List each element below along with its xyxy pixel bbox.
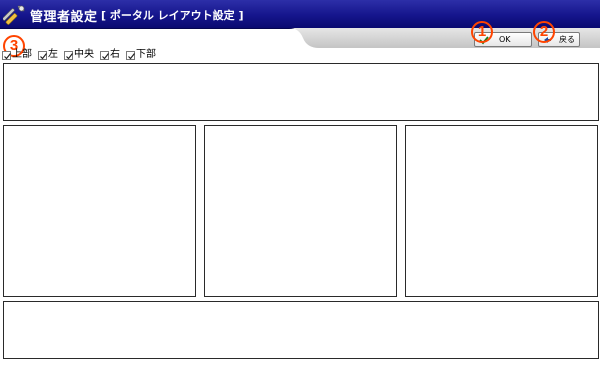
option-label-center: 中央 — [74, 49, 94, 60]
option-center[interactable]: 中央 — [64, 49, 94, 61]
checkbox-top[interactable] — [2, 50, 11, 60]
section-title: [ ポータル レイアウト設定 ] — [101, 9, 244, 22]
option-label-left: 左 — [48, 49, 58, 60]
header-bar: 管理者設定 [ ポータル レイアウト設定 ] — [0, 0, 600, 29]
tools-icon — [3, 5, 25, 25]
callout-2: 2 — [533, 21, 555, 43]
ok-button-label: OK — [499, 35, 511, 44]
option-label-top: 上部 — [12, 49, 32, 60]
app-title: 管理者設定 — [30, 10, 98, 25]
option-label-right: 右 — [110, 49, 120, 60]
checkmark-icon — [40, 52, 47, 59]
layout-pane-top[interactable] — [3, 63, 599, 121]
callout-1: 1 — [471, 21, 493, 43]
option-top[interactable]: 上部 — [2, 49, 32, 61]
layout-pane-left[interactable] — [3, 125, 196, 297]
checkmark-icon — [102, 52, 109, 59]
layout-options: 上部 左 中央 右 下部 — [2, 49, 162, 61]
checkbox-bottom[interactable] — [126, 50, 135, 60]
layout-pane-bottom[interactable] — [3, 301, 599, 359]
checkmark-icon — [66, 52, 73, 59]
checkbox-center[interactable] — [64, 50, 73, 60]
option-bottom[interactable]: 下部 — [126, 49, 156, 61]
option-label-bottom: 下部 — [136, 49, 156, 60]
checkmark-icon — [128, 52, 135, 59]
layout-pane-right[interactable] — [405, 125, 598, 297]
checkbox-left[interactable] — [38, 50, 47, 60]
checkmark-icon — [4, 52, 11, 59]
back-button-label: 戻る — [559, 35, 575, 44]
option-right[interactable]: 右 — [100, 49, 120, 61]
option-left[interactable]: 左 — [38, 49, 58, 61]
layout-pane-center[interactable] — [204, 125, 397, 297]
checkbox-right[interactable] — [100, 50, 109, 60]
